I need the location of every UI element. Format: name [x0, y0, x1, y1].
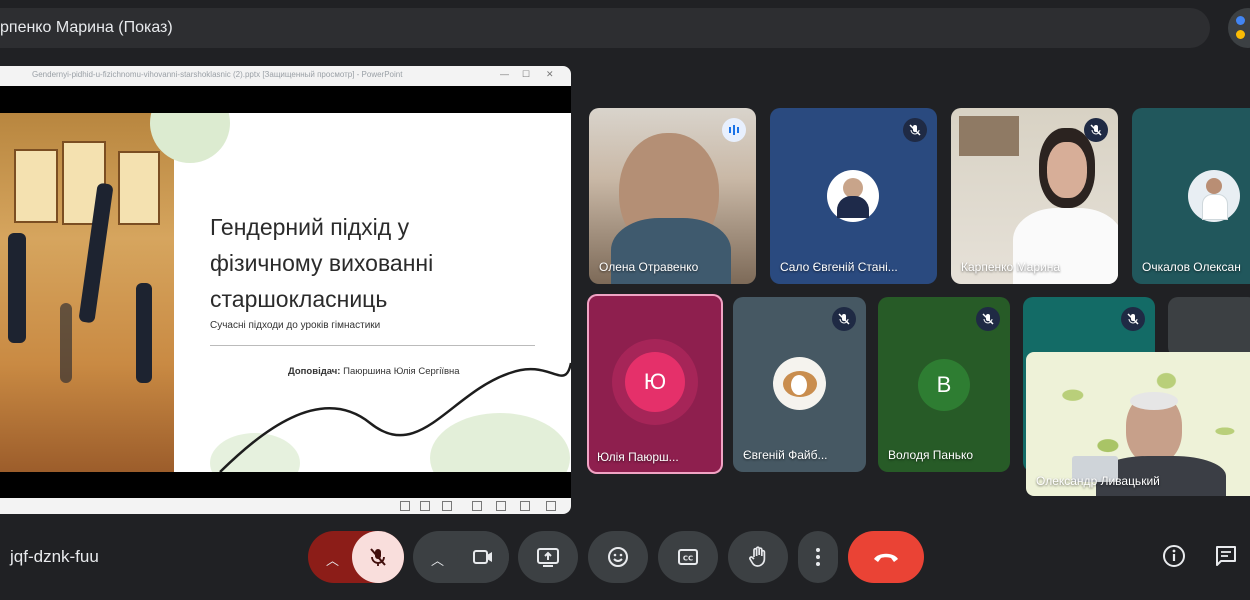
chat-icon — [1216, 546, 1236, 566]
more-options-button[interactable] — [798, 531, 838, 583]
mic-off-icon — [832, 307, 856, 331]
gymnastics-illustration — [0, 113, 174, 472]
maximize-icon: ☐ — [522, 69, 531, 79]
present-screen-icon — [537, 548, 559, 567]
minimize-icon: — — [500, 69, 509, 79]
raise-hand-button[interactable] — [728, 531, 788, 583]
participant-name: Володя Панько — [888, 448, 974, 462]
avatar — [1188, 170, 1240, 222]
participant-tile-active[interactable]: Ю Юлія Паюрш... — [587, 294, 723, 474]
emoji-icon — [608, 547, 628, 567]
participant-name: Юлія Паюрш... — [597, 450, 679, 464]
leave-call-button[interactable] — [848, 531, 924, 583]
avatar-initial: В — [936, 372, 952, 397]
present-button[interactable] — [518, 531, 578, 583]
account-avatar[interactable] — [1228, 8, 1250, 48]
close-icon: ✕ — [546, 69, 554, 79]
participant-name: Євгеній Файб... — [743, 448, 828, 462]
participant-tile-overflow[interactable] — [1168, 297, 1250, 357]
powerpoint-titlebar: Gendernyi-pidhid-u-fizichnomu-vihovanni-… — [0, 66, 571, 86]
mic-button[interactable] — [352, 531, 404, 583]
camera-button[interactable] — [457, 531, 509, 583]
avatar: Ю — [625, 352, 685, 412]
chat-button[interactable] — [1213, 543, 1239, 569]
presenter-title: рпенко Марина (Показ) — [0, 19, 173, 36]
more-vert-icon — [816, 548, 820, 566]
powerpoint-statusbar — [0, 498, 571, 514]
avatar-initial: Ю — [643, 369, 667, 394]
participant-tile[interactable]: Сало Євгеній Стані... — [770, 108, 937, 284]
window-title: Gendernyi-pidhid-u-fizichnomu-vihovanni-… — [32, 70, 403, 79]
reactions-button[interactable] — [588, 531, 648, 583]
participant-name: Олена Отравенко — [599, 260, 699, 274]
slide-subtitle: Сучасні підходи до уроків гімнастики — [210, 320, 381, 331]
self-view[interactable]: Олександр Ливацький — [1026, 352, 1250, 496]
avatar: В — [918, 359, 970, 411]
decorative-curve — [219, 362, 571, 472]
hand-icon — [749, 546, 766, 567]
meeting-code: jqf-dznk-fuu — [10, 547, 99, 566]
mic-off-icon — [370, 548, 386, 566]
camera-icon — [473, 550, 492, 564]
mic-group[interactable]: ︿ — [308, 531, 404, 583]
hang-up-icon — [874, 553, 898, 562]
info-icon — [1163, 545, 1185, 567]
mic-off-icon — [1084, 118, 1108, 142]
chevron-up-icon[interactable]: ︿ — [431, 550, 444, 569]
avatar — [773, 357, 826, 410]
shared-screen: Gendernyi-pidhid-u-fizichnomu-vihovanni-… — [0, 66, 571, 514]
meeting-info-button[interactable] — [1161, 543, 1187, 569]
participant-tile[interactable]: Олена Отравенко — [589, 108, 756, 284]
participant-tile[interactable]: Карпенко Марина — [951, 108, 1118, 284]
camera-group[interactable]: ︿ — [413, 531, 509, 583]
mic-off-icon — [1121, 307, 1145, 331]
mic-off-icon — [976, 307, 1000, 331]
participant-tile[interactable]: Євгеній Файб... — [733, 297, 866, 472]
mic-off-icon — [903, 118, 927, 142]
captions-button[interactable]: CC — [658, 531, 718, 583]
participant-name: Олександр Ливацький — [1036, 474, 1160, 488]
participant-name: Карпенко Марина — [961, 260, 1061, 274]
participant-tile[interactable]: В Володя Панько — [878, 297, 1010, 472]
speaking-indicator-icon — [722, 118, 746, 142]
participant-name: Сало Євгеній Стані... — [780, 260, 898, 274]
captions-icon: CC — [678, 549, 698, 565]
avatar — [827, 170, 879, 222]
participant-tile[interactable]: Очкалов Олексан — [1132, 108, 1250, 284]
chevron-up-icon[interactable]: ︿ — [326, 550, 339, 569]
speaker-line: Доповідач: Паюршина Юлія Сергіївна — [288, 366, 460, 377]
participant-name: Очкалов Олексан — [1142, 260, 1241, 274]
bookshelf — [959, 116, 1019, 156]
speaker-label: Доповідач: — [288, 366, 341, 377]
presenting-banner: рпенко Марина (Показ) — [0, 8, 1210, 48]
divider — [210, 345, 535, 346]
slide-title: Гендерний підхід у фізичному вихованні с… — [210, 214, 434, 312]
speaker-name: Паюршина Юлія Сергіївна — [343, 366, 460, 377]
slide: Гендерний підхід у фізичному вихованні с… — [0, 113, 571, 472]
svg-text:CC: CC — [683, 555, 693, 563]
